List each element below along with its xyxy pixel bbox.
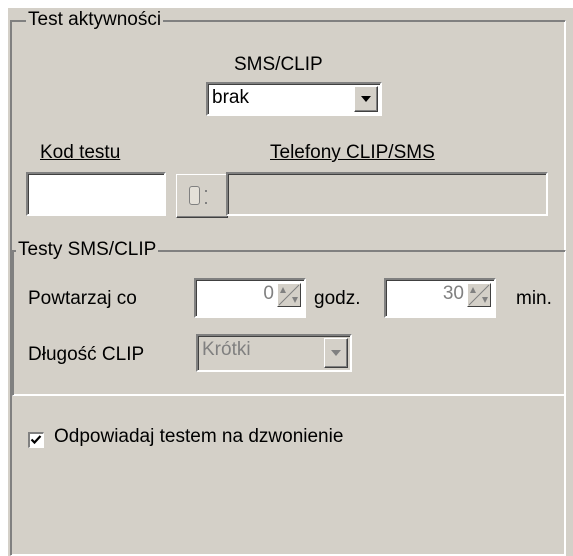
clip-length-dropdown-button[interactable] bbox=[324, 338, 348, 368]
sms-clip-tests-group bbox=[12, 250, 566, 396]
minutes-spin-input[interactable]: 30 bbox=[384, 278, 496, 318]
phones-field[interactable] bbox=[226, 172, 548, 216]
sms-clip-combo-value: brak bbox=[212, 87, 249, 108]
repeat-label: Powtarzaj co bbox=[28, 288, 137, 309]
settings-panel: Test aktywności SMS/CLIP brak Kod testu … bbox=[8, 8, 573, 556]
hours-spin-value: 0 bbox=[263, 283, 274, 304]
test-code-label: Kod testu bbox=[40, 142, 121, 163]
clip-length-label: Długość CLIP bbox=[28, 344, 145, 365]
hours-spin-button[interactable] bbox=[277, 283, 301, 307]
chevron-down-icon bbox=[361, 96, 371, 102]
sms-clip-combo-dropdown-button[interactable] bbox=[354, 86, 378, 112]
hours-unit: godz. bbox=[314, 288, 361, 309]
phone-picker-button[interactable] bbox=[176, 174, 228, 218]
minutes-spin-button[interactable] bbox=[467, 283, 491, 307]
test-code-input[interactable] bbox=[26, 172, 166, 216]
colon-separator-icon bbox=[205, 190, 207, 204]
phone-icon bbox=[189, 186, 200, 205]
minutes-unit: min. bbox=[516, 288, 552, 309]
minutes-spin-value: 30 bbox=[442, 283, 464, 304]
respond-with-test-label[interactable]: Odpowiadaj testem na dzwonienie bbox=[54, 426, 343, 448]
checkmark-icon bbox=[30, 435, 42, 445]
sms-clip-tests-title: Testy SMS/CLIP bbox=[16, 239, 159, 260]
respond-with-test-checkbox[interactable] bbox=[28, 432, 44, 448]
spin-arrows-icon bbox=[468, 284, 490, 306]
phones-label: Telefony CLIP/SMS bbox=[270, 142, 435, 163]
sms-clip-label: SMS/CLIP bbox=[234, 54, 323, 75]
chevron-down-icon bbox=[331, 350, 341, 356]
activity-test-title: Test aktywności bbox=[26, 9, 164, 30]
clip-length-combo-value: Krótki bbox=[202, 339, 251, 360]
hours-spin-input[interactable]: 0 bbox=[194, 278, 306, 318]
spin-arrows-icon bbox=[278, 284, 300, 306]
clip-length-combo[interactable]: Krótki bbox=[196, 334, 352, 372]
sms-clip-combo[interactable]: brak bbox=[206, 82, 382, 116]
